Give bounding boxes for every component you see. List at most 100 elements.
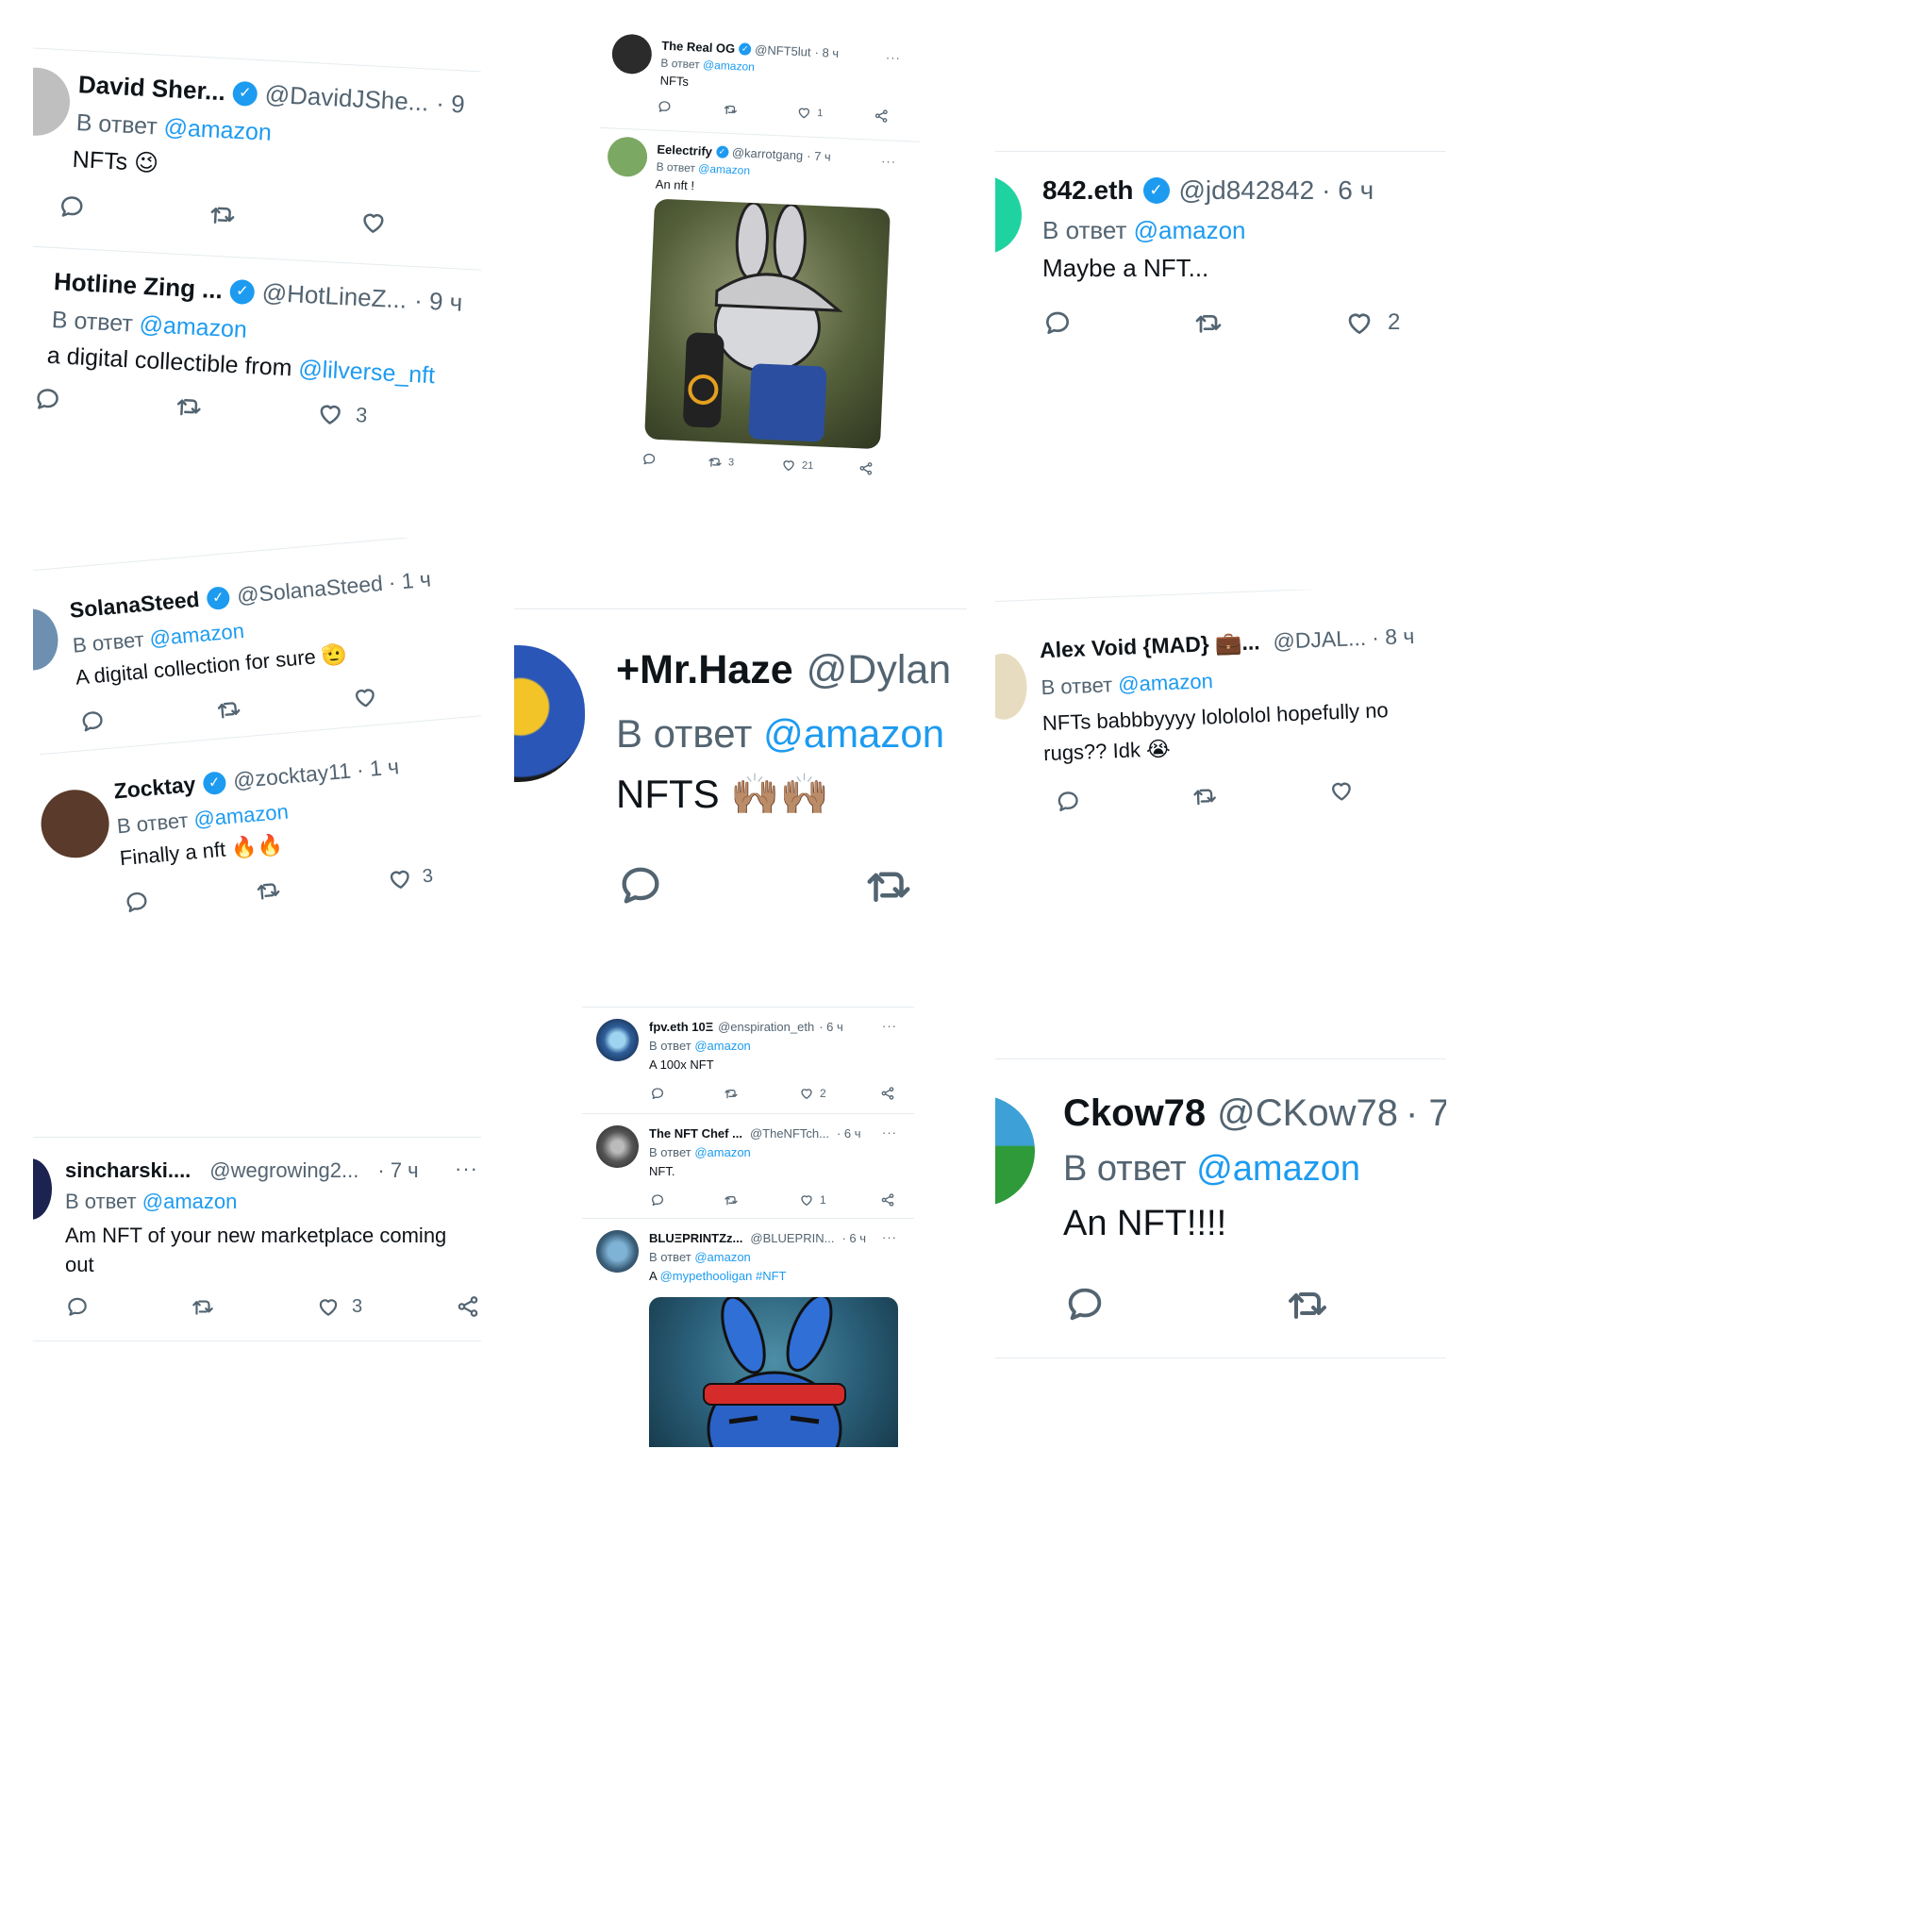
like-button[interactable]: 2 (1344, 308, 1400, 338)
author-name[interactable]: sincharski.... (65, 1158, 191, 1183)
more-dots-icon[interactable]: ··· (455, 1157, 478, 1181)
author-name[interactable]: The NFT Chef ... (649, 1126, 742, 1141)
timestamp[interactable]: · 6 ч (819, 1020, 843, 1034)
author-handle[interactable]: @karrotgang (732, 145, 804, 162)
reply-mention[interactable]: @amazon (163, 114, 273, 146)
reply-mention[interactable]: @amazon (1134, 216, 1246, 244)
retweet-button[interactable] (1285, 1281, 1330, 1326)
author-handle[interactable]: @DJAL... (1273, 625, 1367, 655)
reply-button[interactable] (1042, 308, 1193, 338)
reply-button[interactable] (33, 384, 175, 420)
timestamp[interactable]: · 6 ч (837, 1126, 861, 1141)
like-button[interactable]: 3 (316, 1294, 456, 1319)
author-handle[interactable]: @SolanaSteed (236, 571, 384, 608)
avatar[interactable] (607, 136, 648, 178)
retweet-button[interactable] (723, 102, 797, 120)
author-name[interactable]: Hotline Zing ... (53, 267, 223, 305)
timestamp[interactable]: · 9 ч (413, 286, 463, 318)
reply-mention[interactable]: @amazon (703, 58, 755, 74)
timestamp[interactable]: · 1 ч (356, 754, 400, 783)
like-button[interactable]: 1 (799, 1192, 880, 1208)
author-handle[interactable]: @TheNFTch... (750, 1126, 829, 1141)
tweet-eelectrify[interactable]: Eelectrify ✓ @karrotgang · 7 ч ··· В отв… (583, 126, 921, 491)
tweet-mrhaze[interactable]: +Mr.Haze @Dylan В ответ @amazon NFTS 🙌🏽🙌… (514, 608, 967, 929)
share-button[interactable] (880, 1192, 895, 1208)
author-handle[interactable]: @enspiration_eth (718, 1020, 814, 1034)
author-handle[interactable]: @DavidJShe... (264, 79, 429, 117)
tweet-842eth[interactable]: 842.eth ✓ @jd842842 · 6 ч В ответ @amazo… (995, 151, 1446, 358)
reply-button[interactable] (650, 1192, 724, 1208)
more-dots-icon[interactable]: ··· (882, 1230, 897, 1244)
tweet-media-image[interactable] (644, 198, 891, 450)
reply-mention[interactable]: @amazon (139, 311, 248, 343)
avatar[interactable] (33, 1158, 52, 1220)
reply-button[interactable] (1055, 783, 1192, 815)
retweet-button[interactable] (191, 1294, 316, 1319)
author-name[interactable]: David Sher... (77, 70, 225, 107)
timestamp[interactable]: · 8 ч (814, 45, 839, 60)
reply-mention[interactable]: @amazon (698, 162, 750, 177)
retweet-button[interactable] (1191, 778, 1329, 810)
avatar[interactable] (596, 1019, 639, 1061)
reply-button[interactable] (657, 99, 724, 117)
author-name[interactable]: BLUΞPRINTZz... (649, 1231, 742, 1245)
author-name[interactable]: +Mr.Haze (616, 647, 793, 693)
tweet-david[interactable]: David Sher... ✓ @DavidJShe... · 9 В отве… (33, 47, 481, 270)
more-dots-icon[interactable]: ··· (881, 154, 897, 169)
reply-mention[interactable]: @amazon (694, 1145, 750, 1159)
avatar[interactable] (33, 65, 72, 138)
reply-mention[interactable]: @amazon (142, 1190, 238, 1213)
timestamp[interactable]: · 7 ч (377, 1158, 418, 1183)
author-name[interactable]: Alex Void {MAD} (1040, 631, 1210, 663)
avatar[interactable] (995, 652, 1028, 721)
author-handle[interactable]: @CKow78 (1217, 1092, 1398, 1135)
avatar[interactable] (33, 607, 61, 673)
tweet-media-image[interactable] (649, 1297, 898, 1447)
timestamp[interactable]: · 6 ч (841, 1231, 866, 1245)
reply-button[interactable] (123, 878, 257, 916)
author-name[interactable]: fpv.eth 10Ξ (649, 1020, 713, 1034)
tweet-blueprintz[interactable]: BLUΞPRINTZz... @BLUEPRIN... · 6 ч ··· В … (582, 1218, 914, 1447)
tweet-zocktay[interactable]: Zocktay ✓ @zocktay11 · 1 ч В ответ @amaz… (38, 712, 481, 952)
avatar[interactable] (596, 1125, 639, 1168)
tweet-ckow78[interactable]: Ckow78 @CKow78 · 7 ч В ответ @amazon An … (995, 1058, 1446, 1358)
author-name[interactable]: 842.eth (1042, 175, 1134, 206)
reply-button[interactable] (78, 697, 217, 736)
timestamp[interactable]: · 6 ч (1322, 175, 1374, 206)
more-dots-icon[interactable]: ··· (882, 1019, 897, 1033)
tweet-mention[interactable]: @lilverse_nft (298, 356, 436, 390)
timestamp[interactable]: · 7 ч (807, 149, 831, 164)
retweet-button[interactable] (724, 1192, 799, 1208)
like-button[interactable]: 21 (781, 458, 859, 476)
reply-mention[interactable]: @amazon (1196, 1149, 1360, 1189)
more-dots-icon[interactable]: ··· (882, 1125, 897, 1140)
reply-button[interactable] (65, 1294, 191, 1319)
reply-mention[interactable]: @amazon (192, 800, 289, 832)
share-button[interactable] (456, 1294, 480, 1319)
retweet-button[interactable] (863, 859, 914, 910)
like-button[interactable]: 3 (386, 862, 434, 892)
avatar[interactable] (995, 1095, 1035, 1207)
avatar[interactable] (514, 645, 585, 782)
timestamp[interactable]: · 8 ч (1372, 624, 1415, 651)
like-button[interactable] (1327, 777, 1355, 805)
author-name[interactable]: Eelectrify (657, 142, 712, 159)
reply-button[interactable] (641, 451, 708, 469)
reply-mention[interactable]: @amazon (694, 1250, 750, 1264)
retweet-button[interactable] (724, 1086, 799, 1101)
author-name[interactable]: The Real OG (661, 39, 736, 56)
like-button[interactable]: 1 (796, 105, 874, 124)
avatar[interactable] (38, 787, 112, 861)
tweet-sincharski[interactable]: sincharski.... @wegrowing2... · 7 ч ··· … (33, 1138, 481, 1341)
author-name[interactable]: Zocktay (113, 772, 197, 804)
like-button[interactable]: 2 (799, 1086, 880, 1101)
share-button[interactable] (874, 108, 890, 125)
reply-mention[interactable]: @amazon (694, 1039, 750, 1053)
share-button[interactable] (880, 1086, 895, 1101)
avatar[interactable] (995, 175, 1022, 255)
reply-button[interactable] (616, 860, 863, 909)
reply-button[interactable] (57, 192, 208, 227)
tweet-alexvoid[interactable]: Alex Void {MAD} 💼 ... @DJAL... · 8 ч В о… (995, 590, 1446, 837)
avatar[interactable] (596, 1230, 639, 1273)
retweet-button[interactable] (214, 685, 353, 724)
